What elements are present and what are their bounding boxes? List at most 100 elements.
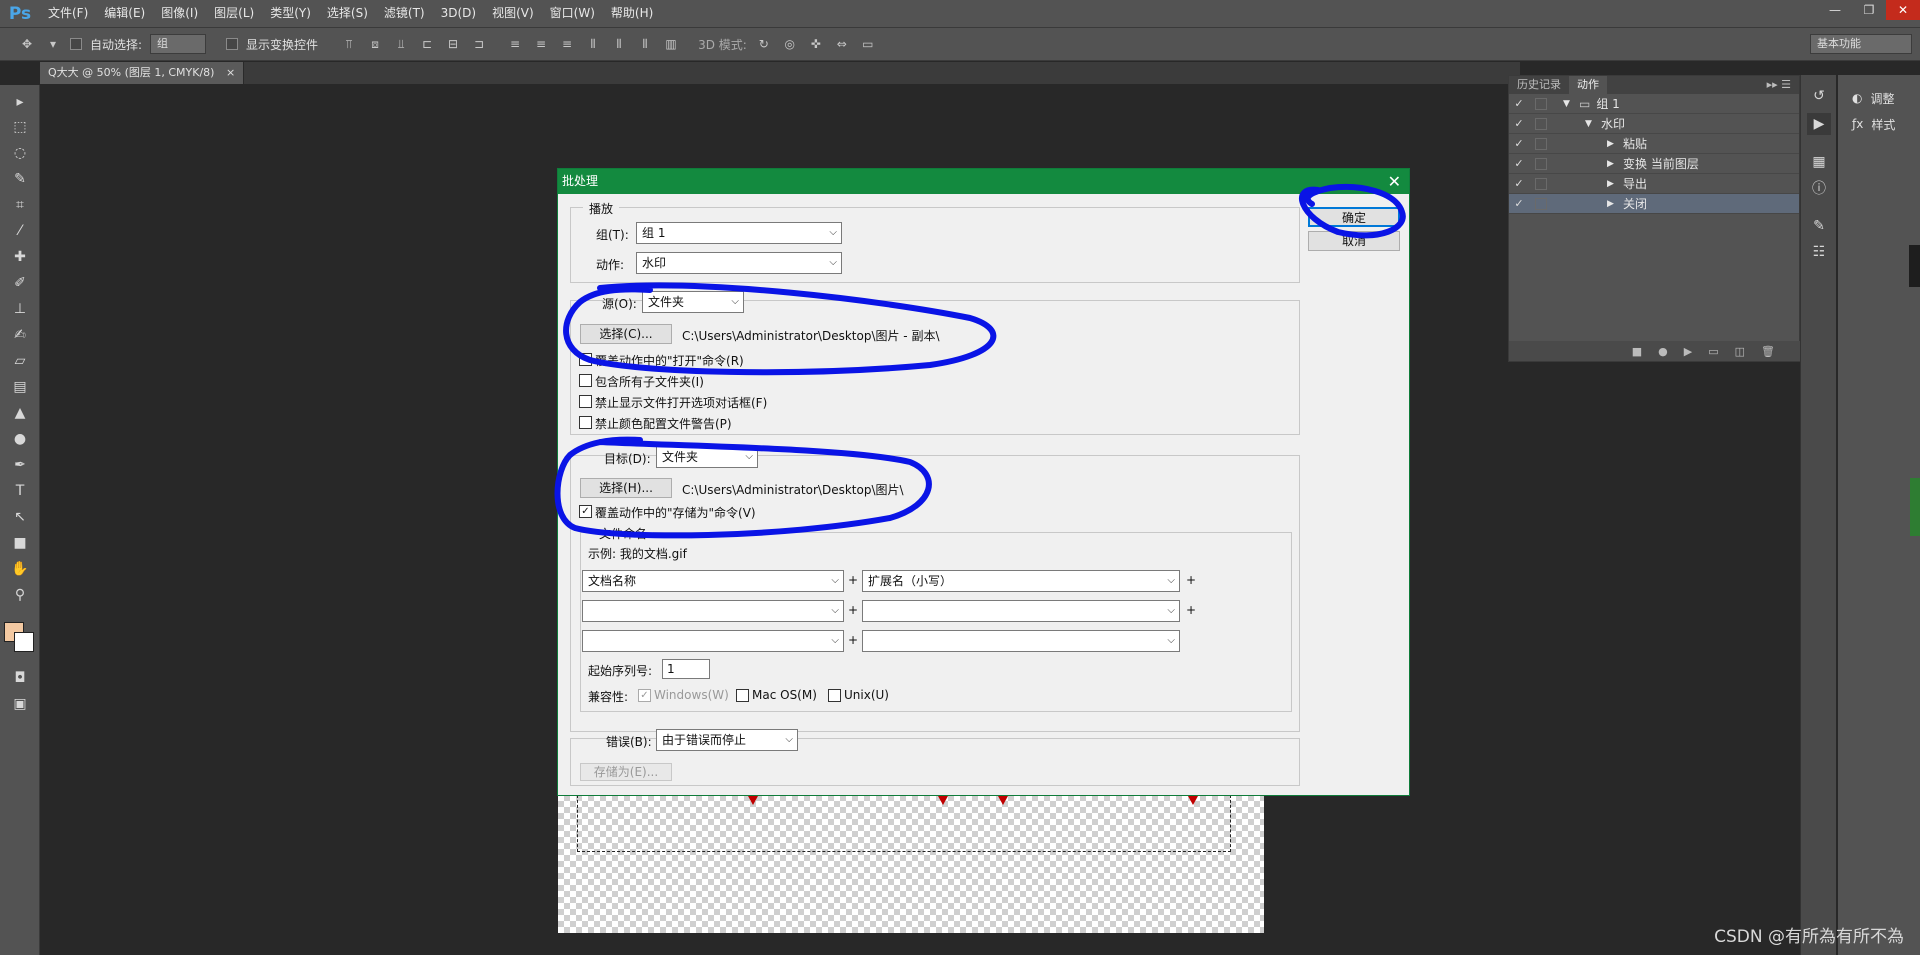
scrollbar-handle[interactable] [1909, 245, 1920, 287]
play-icon[interactable]: ▶ [1684, 345, 1692, 358]
eraser-tool-icon[interactable]: ▱ [8, 350, 32, 372]
crop-tool-icon[interactable]: ⌗ [8, 194, 32, 216]
distribute-left-icon[interactable]: ⦀ [584, 35, 602, 53]
tab-history[interactable]: 历史记录 [1509, 76, 1569, 94]
source-option-checkbox[interactable] [579, 416, 592, 429]
naming-field-left[interactable]: 文档名称 ⌵ [582, 570, 844, 592]
action-row[interactable]: ✓ ▶ 关闭 [1509, 194, 1799, 214]
compat-checkbox[interactable] [736, 689, 749, 702]
show-transform-checkbox[interactable] [226, 38, 239, 50]
expand-arrow-icon[interactable]: ▶ [1607, 139, 1623, 149]
action-dropdown[interactable]: 水印 ⌵ [636, 252, 842, 274]
history-brush-tool-icon[interactable]: ✍ [8, 324, 32, 346]
check-icon[interactable]: ✓ [1509, 97, 1529, 110]
properties-panel-icon[interactable]: ☷ [1807, 241, 1831, 263]
align-vcenter-icon[interactable]: ⧈ [366, 35, 384, 53]
dialog-toggle-box[interactable] [1535, 197, 1547, 210]
naming-field-right[interactable]: ⌵ [862, 600, 1180, 622]
menu-item[interactable]: 选择(S) [319, 0, 376, 27]
auto-align-icon[interactable]: ▥ [662, 35, 680, 53]
align-hcenter-icon[interactable]: ⊟ [444, 35, 462, 53]
dialog-toggle-box[interactable] [1535, 97, 1547, 110]
background-color-swatch[interactable] [14, 632, 34, 652]
minimize-button[interactable]: — [1818, 0, 1852, 20]
move-tool-icon[interactable]: ✥ [18, 35, 36, 53]
scroll-indicator[interactable] [1910, 478, 1920, 536]
close-window-button[interactable]: ✕ [1886, 0, 1920, 20]
styles-panel-button[interactable]: ƒx 样式 [1838, 111, 1920, 137]
distribute-bottom-icon[interactable]: ≡ [558, 35, 576, 53]
move-tool-icon[interactable]: ▸ [8, 91, 32, 113]
document-tab-close-icon[interactable]: × [226, 66, 235, 79]
expand-arrow-icon[interactable]: ▼ [1585, 119, 1601, 129]
source-option-checkbox[interactable] [579, 353, 592, 366]
gradient-tool-icon[interactable]: ▤ [8, 376, 32, 398]
naming-field-right[interactable]: ⌵ [862, 630, 1180, 652]
restore-button[interactable]: ❐ [1852, 0, 1886, 20]
pen-tool-icon[interactable]: ✒ [8, 454, 32, 476]
action-row[interactable]: ✓ ▶ 粘贴 [1509, 134, 1799, 154]
menu-item[interactable]: 3D(D) [433, 0, 484, 27]
history-panel-icon[interactable]: ↺ [1807, 85, 1831, 107]
menu-item[interactable]: 编辑(E) [96, 0, 153, 27]
auto-select-checkbox[interactable] [70, 38, 82, 50]
eyedropper-tool-icon[interactable]: ⁄ [8, 220, 32, 242]
record-icon[interactable]: ● [1658, 345, 1668, 358]
clone-stamp-tool-icon[interactable]: ⊥ [8, 298, 32, 320]
ok-button[interactable]: 确定 [1308, 207, 1400, 227]
errors-dropdown[interactable]: 由于错误而停止 ⌵ [656, 729, 798, 751]
info-panel-icon[interactable]: ⓘ [1807, 177, 1831, 199]
distribute-hcenter-icon[interactable]: ⦀ [610, 35, 628, 53]
new-action-icon[interactable]: ◫ [1735, 345, 1745, 358]
stop-icon[interactable]: ■ [1632, 345, 1642, 358]
panel-menu-icon[interactable]: ▸▸ ☰ [1759, 76, 1799, 94]
align-right-icon[interactable]: ⊐ [470, 35, 488, 53]
naming-field-right[interactable]: 扩展名（小写） ⌵ [862, 570, 1180, 592]
rectangle-tool-icon[interactable]: ■ [8, 532, 32, 554]
blur-tool-icon[interactable]: ▲ [8, 402, 32, 424]
check-icon[interactable]: ✓ [1509, 117, 1529, 130]
3d-slide-icon[interactable]: ⇔ [833, 35, 851, 53]
expand-arrow-icon[interactable]: ▼ [1563, 99, 1579, 109]
destination-dropdown[interactable]: 文件夹 ⌵ [656, 446, 758, 468]
quick-mask-icon[interactable]: ◘ [8, 667, 32, 689]
menu-item[interactable]: 帮助(H) [603, 0, 661, 27]
workspace-dropdown[interactable]: 基本功能 [1810, 34, 1912, 54]
3d-roll-icon[interactable]: ◎ [781, 35, 799, 53]
menu-item[interactable]: 图像(I) [153, 0, 206, 27]
dodge-tool-icon[interactable]: ● [8, 428, 32, 450]
quick-select-tool-icon[interactable]: ✎ [8, 168, 32, 190]
document-tab[interactable]: Q大大 @ 50% (图层 1, CMYK/8) × [40, 62, 245, 84]
3d-rotate-icon[interactable]: ↻ [755, 35, 773, 53]
healing-brush-tool-icon[interactable]: ✚ [8, 246, 32, 268]
set-dropdown[interactable]: 组 1 ⌵ [636, 222, 842, 244]
save-log-as-button[interactable]: 存储为(E)... [580, 763, 672, 781]
delete-icon[interactable]: 🗑 [1761, 345, 1775, 358]
layer-comps-icon[interactable]: ▦ [1807, 151, 1831, 173]
dialog-toggle-box[interactable] [1535, 137, 1547, 150]
action-row[interactable]: ✓ ▼ ▭ 组 1 [1509, 94, 1799, 114]
brush-tool-icon[interactable]: ✐ [8, 272, 32, 294]
align-left-icon[interactable]: ⊏ [418, 35, 436, 53]
align-bottom-icon[interactable]: ⫫ [392, 35, 410, 53]
check-icon[interactable]: ✓ [1509, 197, 1529, 210]
menu-item[interactable]: 窗口(W) [542, 0, 603, 27]
path-select-tool-icon[interactable]: ↖ [8, 506, 32, 528]
distribute-vcenter-icon[interactable]: ≡ [532, 35, 550, 53]
source-option-checkbox[interactable] [579, 395, 592, 408]
serial-number-input[interactable]: 1 [662, 659, 710, 679]
adjustments-panel-button[interactable]: ◐ 调整 [1838, 85, 1920, 111]
3d-pan-icon[interactable]: ✜ [807, 35, 825, 53]
destination-choose-button[interactable]: 选择(H)... [580, 478, 672, 498]
naming-field-left[interactable]: ⌵ [582, 600, 844, 622]
3d-scale-icon[interactable]: ▭ [859, 35, 877, 53]
type-tool-icon[interactable]: T [8, 480, 32, 502]
distribute-top-icon[interactable]: ≡ [506, 35, 524, 53]
source-choose-button[interactable]: 选择(C)... [580, 324, 672, 344]
actions-panel-icon[interactable]: ▶ [1807, 113, 1831, 135]
marquee-tool-icon[interactable]: ⬚ [8, 116, 32, 138]
screen-mode-icon[interactable]: ▣ [8, 693, 32, 715]
dialog-toggle-box[interactable] [1535, 157, 1547, 170]
menu-item[interactable]: 图层(L) [206, 0, 262, 27]
brush-presets-icon[interactable]: ✎ [1807, 215, 1831, 237]
